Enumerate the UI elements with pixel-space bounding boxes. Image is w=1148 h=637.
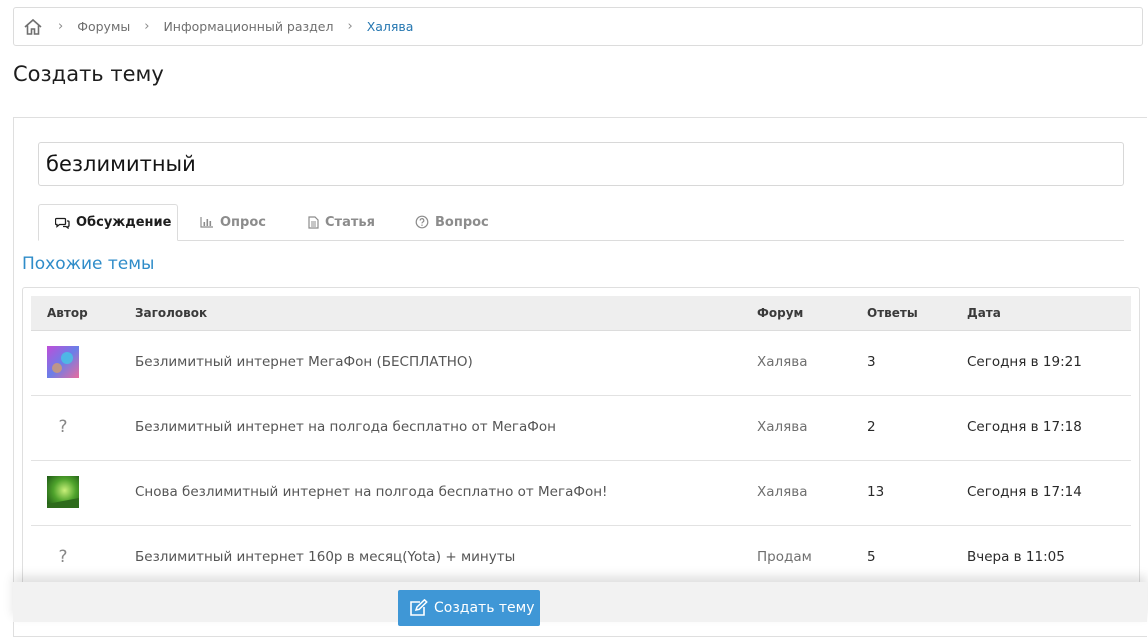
tab-poll[interactable]: Опрос (200, 204, 266, 240)
column-header-forum: Форум (757, 306, 804, 320)
thread-title-link[interactable]: Безлимитный интернет 160р в месяц(Yota) … (135, 525, 515, 590)
thread-forum-link[interactable]: Халява (757, 330, 808, 395)
thread-title-link[interactable]: Безлимитный интернет на полгода бесплатн… (135, 395, 556, 460)
form-footer-bar (13, 582, 1147, 622)
column-header-date: Дата (967, 306, 1001, 320)
thread-forum-link[interactable]: Продам (757, 525, 812, 590)
article-document-icon (308, 215, 319, 229)
thread-replies: 5 (867, 549, 876, 565)
avatar-placeholder[interactable]: ? (47, 541, 79, 573)
thread-replies: 2 (867, 419, 876, 435)
thread-date: Сегодня в 19:21 (967, 354, 1082, 370)
thread-replies: 13 (867, 484, 885, 500)
breadcrumb: › Форумы › Информационный раздел › Халяв… (13, 7, 1143, 46)
similar-threads-title: Похожие темы (22, 254, 155, 274)
thread-replies: 3 (867, 354, 876, 370)
thread-forum-link[interactable]: Халява (757, 395, 808, 460)
create-thread-button-label: Создать тему (434, 600, 535, 616)
create-thread-button[interactable]: Создать тему (398, 590, 540, 626)
tab-discussion[interactable]: Обсуждение (38, 204, 178, 241)
similar-threads-table: Автор Заголовок Форум Ответы Дата Безлим… (22, 287, 1140, 617)
column-header-title: Заголовок (135, 306, 208, 320)
tab-article-label: Статья (325, 214, 375, 230)
chevron-right-icon: › (144, 19, 150, 34)
chevron-right-icon: › (58, 19, 64, 34)
table-row[interactable]: ? Безлимитный интернет на полгода беспла… (31, 395, 1131, 461)
tab-question[interactable]: Вопрос (415, 204, 489, 240)
column-header-replies: Ответы (867, 306, 918, 320)
tab-discussion-label: Обсуждение (76, 215, 172, 230)
thread-title-link[interactable]: Безлимитный интернет МегаФон (БЕСПЛАТНО) (135, 330, 473, 395)
poll-chart-icon (200, 217, 213, 228)
breadcrumb-current[interactable]: Халява (367, 19, 414, 34)
thread-title-input[interactable] (38, 142, 1124, 186)
tab-article[interactable]: Статья (308, 204, 375, 240)
thread-type-tabs: Обсуждение Опрос Статья Вопрос (38, 204, 1124, 241)
home-icon[interactable] (22, 16, 44, 38)
page-title: Создать тему (13, 62, 164, 86)
breadcrumb-info-section[interactable]: Информационный раздел (163, 19, 333, 34)
column-header-author: Автор (47, 306, 88, 320)
table-row[interactable]: Безлимитный интернет МегаФон (БЕСПЛАТНО)… (31, 330, 1131, 396)
discussion-icon (55, 217, 70, 229)
thread-forum-link[interactable]: Халява (757, 460, 808, 525)
chevron-right-icon: › (347, 19, 353, 34)
thread-title-link[interactable]: Снова безлимитный интернет на полгода бе… (135, 460, 607, 525)
thread-date: Вчера в 11:05 (967, 549, 1065, 565)
edit-icon (410, 599, 428, 616)
question-circle-icon (415, 215, 429, 229)
tab-poll-label: Опрос (220, 214, 266, 230)
thread-date: Сегодня в 17:14 (967, 484, 1082, 500)
table-row[interactable]: Снова безлимитный интернет на полгода бе… (31, 460, 1131, 526)
breadcrumb-forums[interactable]: Форумы (77, 19, 130, 34)
avatar[interactable] (47, 476, 79, 508)
avatar-placeholder[interactable]: ? (47, 411, 79, 443)
avatar[interactable] (47, 346, 79, 378)
thread-date: Сегодня в 17:18 (967, 419, 1082, 435)
table-header: Автор Заголовок Форум Ответы Дата (31, 296, 1131, 331)
tab-question-label: Вопрос (435, 214, 489, 230)
